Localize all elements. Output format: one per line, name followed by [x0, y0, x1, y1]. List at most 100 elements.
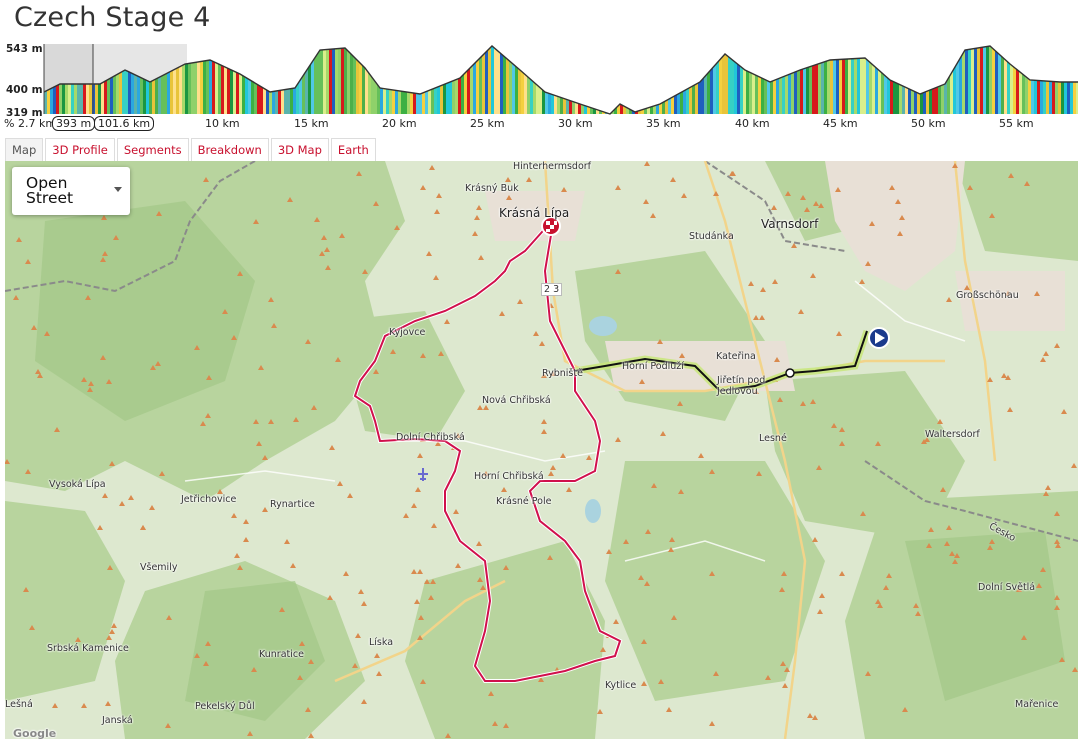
profile-gradient-stripe — [1034, 44, 1037, 114]
profile-gradient-stripe — [461, 44, 464, 114]
profile-gradient-stripe — [1058, 44, 1061, 114]
profile-gradient-stripe — [569, 44, 572, 114]
profile-gradient-stripe — [818, 44, 821, 114]
profile-gradient-stripe — [821, 44, 824, 114]
tab-breakdown[interactable]: Breakdown — [191, 138, 269, 161]
profile-gradient-stripe — [1025, 44, 1028, 114]
place-label: Krásná Lípa — [499, 206, 569, 220]
profile-gradient-stripe — [935, 44, 938, 114]
start-play-icon[interactable] — [869, 328, 889, 348]
profile-gradient-stripe — [650, 44, 653, 114]
profile-gradient-stripe — [296, 44, 299, 114]
place-label: Pekelský Důl — [195, 701, 255, 712]
profile-gradient-stripe — [611, 44, 614, 114]
map-canvas[interactable] — [5, 161, 1078, 739]
profile-gradient-stripe — [752, 44, 755, 114]
profile-gradient-stripe — [581, 44, 584, 114]
profile-gradient-stripe — [905, 44, 908, 114]
profile-gradient-stripe — [452, 44, 455, 114]
km-tick: 20 km — [382, 117, 417, 130]
profile-gradient-stripe — [980, 44, 983, 114]
km-tick: 35 km — [646, 117, 681, 130]
profile-gradient-stripe — [311, 44, 314, 114]
km-tick: 45 km — [823, 117, 858, 130]
grade-readout: % 2.7 km — [4, 117, 56, 130]
tab-3d-profile[interactable]: 3D Profile — [45, 138, 115, 161]
profile-gradient-stripe — [533, 44, 536, 114]
page-title: Czech Stage 4 — [14, 2, 211, 33]
elevation-readout: 393 m — [52, 116, 95, 131]
profile-gradient-stripe — [914, 44, 917, 114]
profile-gradient-stripe — [1037, 44, 1040, 114]
view-tabs: Map 3D Profile Segments Breakdown 3D Map… — [5, 138, 376, 161]
profile-gradient-stripe — [638, 44, 641, 114]
profile-gradient-stripe — [305, 44, 308, 114]
place-label: Janská — [102, 715, 133, 726]
place-label: Dolní Chřibská — [396, 432, 465, 443]
profile-gradient-stripe — [788, 44, 791, 114]
profile-gradient-stripe — [851, 44, 854, 114]
profile-gradient-stripe — [1055, 44, 1058, 114]
profile-gradient-stripe — [941, 44, 944, 114]
route-map[interactable]: Hinterhermsdorf Krásný Buk Krásná Lípa S… — [5, 161, 1078, 739]
segment-marker[interactable] — [786, 369, 794, 377]
tab-earth[interactable]: Earth — [331, 138, 376, 161]
profile-gradient-stripe — [224, 44, 227, 114]
tab-map[interactable]: Map — [5, 138, 43, 161]
profile-gradient-stripe — [386, 44, 389, 114]
profile-gradient-stripe — [698, 44, 701, 114]
profile-gradient-stripe — [566, 44, 569, 114]
profile-gradient-stripe — [815, 44, 818, 114]
grade-readout-symbol: % — [4, 117, 14, 130]
profile-gradient-stripe — [449, 44, 452, 114]
profile-gradient-stripe — [1049, 44, 1052, 114]
profile-gradient-stripe — [890, 44, 893, 114]
profile-gradient-stripe — [344, 44, 347, 114]
profile-gradient-stripe — [545, 44, 548, 114]
km-tick: 50 km — [911, 117, 946, 130]
profile-gradient-stripe — [251, 44, 254, 114]
profile-gradient-stripe — [368, 44, 371, 114]
profile-gradient-stripe — [734, 44, 737, 114]
profile-gradient-stripe — [749, 44, 752, 114]
profile-gradient-stripe — [524, 44, 527, 114]
profile-gradient-stripe — [404, 44, 407, 114]
profile-gradient-stripe — [1046, 44, 1049, 114]
profile-gradient-stripe — [422, 44, 425, 114]
profile-gradient-stripe — [263, 44, 266, 114]
profile-gradient-stripe — [260, 44, 263, 114]
place-label: Jetřichovice — [181, 494, 236, 505]
profile-gradient-stripe — [320, 44, 323, 114]
profile-gradient-stripe — [977, 44, 980, 114]
profile-gradient-stripe — [365, 44, 368, 114]
map-layer-select[interactable]: Open Street — [12, 167, 130, 215]
profile-gradient-stripe — [1001, 44, 1004, 114]
profile-gradient-stripe — [686, 44, 689, 114]
profile-gradient-stripe — [272, 44, 275, 114]
tab-segments[interactable]: Segments — [117, 138, 189, 161]
profile-gradient-stripe — [434, 44, 437, 114]
profile-gradient-stripe — [632, 44, 635, 114]
tab-3d-map[interactable]: 3D Map — [271, 138, 329, 161]
profile-gradient-stripe — [440, 44, 443, 114]
profile-gradient-stripe — [869, 44, 872, 114]
profile-gradient-stripe — [542, 44, 545, 114]
place-label: Kunratice — [259, 649, 304, 660]
distance-readout: 2.7 km — [18, 117, 56, 130]
profile-gradient-stripe — [884, 44, 887, 114]
profile-gradient-stripe — [656, 44, 659, 114]
profile-gradient-stripe — [626, 44, 629, 114]
profile-gradient-stripe — [332, 44, 335, 114]
profile-gradient-stripe — [389, 44, 392, 114]
profile-gradient-stripe — [743, 44, 746, 114]
profile-gradient-stripe — [986, 44, 989, 114]
km-tick: 30 km — [558, 117, 593, 130]
profile-gradient-stripe — [587, 44, 590, 114]
profile-gradient-stripe — [293, 44, 296, 114]
profile-gradient-stripe — [425, 44, 428, 114]
place-label: Nová Chřibská — [482, 395, 551, 406]
profile-gradient-stripe — [497, 44, 500, 114]
profile-gradient-stripe — [383, 44, 386, 114]
profile-gradient-stripe — [989, 44, 992, 114]
chevron-down-icon — [114, 187, 122, 192]
